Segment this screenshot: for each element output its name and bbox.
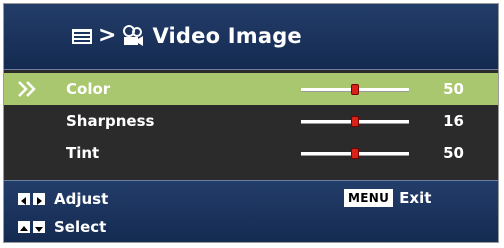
exit-hint: MENU Exit (344, 189, 431, 207)
setting-row-color[interactable]: Color 50 (4, 73, 498, 105)
page-title: Video Image (152, 24, 302, 48)
setting-value: 50 (443, 144, 464, 162)
adjust-label: Adjust (54, 190, 109, 208)
right-arrow-key-icon (33, 193, 45, 205)
setting-label: Sharpness (66, 112, 155, 130)
osd-menu: > Video Image Color 50 Sharpness 16 Tint… (3, 3, 499, 243)
settings-list: Color 50 Sharpness 16 Tint 50 (4, 73, 498, 169)
left-arrow-key-icon (18, 193, 30, 205)
selection-pointer-icon (18, 81, 38, 97)
setting-label: Color (66, 80, 111, 98)
slider-knob[interactable] (351, 116, 359, 127)
color-slider[interactable] (301, 84, 409, 95)
menu-footer: Adjust MENU Exit Select (4, 180, 498, 242)
setting-label: Tint (66, 144, 100, 162)
sharpness-slider[interactable] (301, 116, 409, 127)
exit-label: Exit (399, 189, 432, 207)
projector-film-icon (120, 24, 144, 48)
menu-key-icon: MENU (344, 189, 394, 207)
header-title-group: > Video Image (70, 24, 302, 48)
menu-header: > Video Image (4, 4, 498, 70)
setting-value: 50 (443, 80, 464, 98)
select-label: Select (54, 218, 107, 236)
tint-slider[interactable] (301, 148, 409, 159)
menu-list-icon (70, 24, 94, 48)
slider-knob[interactable] (351, 84, 359, 95)
down-arrow-key-icon (33, 221, 45, 233)
breadcrumb-separator: > (98, 23, 117, 48)
slider-knob[interactable] (351, 148, 359, 159)
setting-row-tint[interactable]: Tint 50 (4, 137, 498, 169)
setting-value: 16 (443, 112, 464, 130)
adjust-hint: Adjust (18, 189, 108, 209)
up-arrow-key-icon (18, 221, 30, 233)
select-hint: Select (18, 217, 106, 237)
setting-row-sharpness[interactable]: Sharpness 16 (4, 105, 498, 137)
